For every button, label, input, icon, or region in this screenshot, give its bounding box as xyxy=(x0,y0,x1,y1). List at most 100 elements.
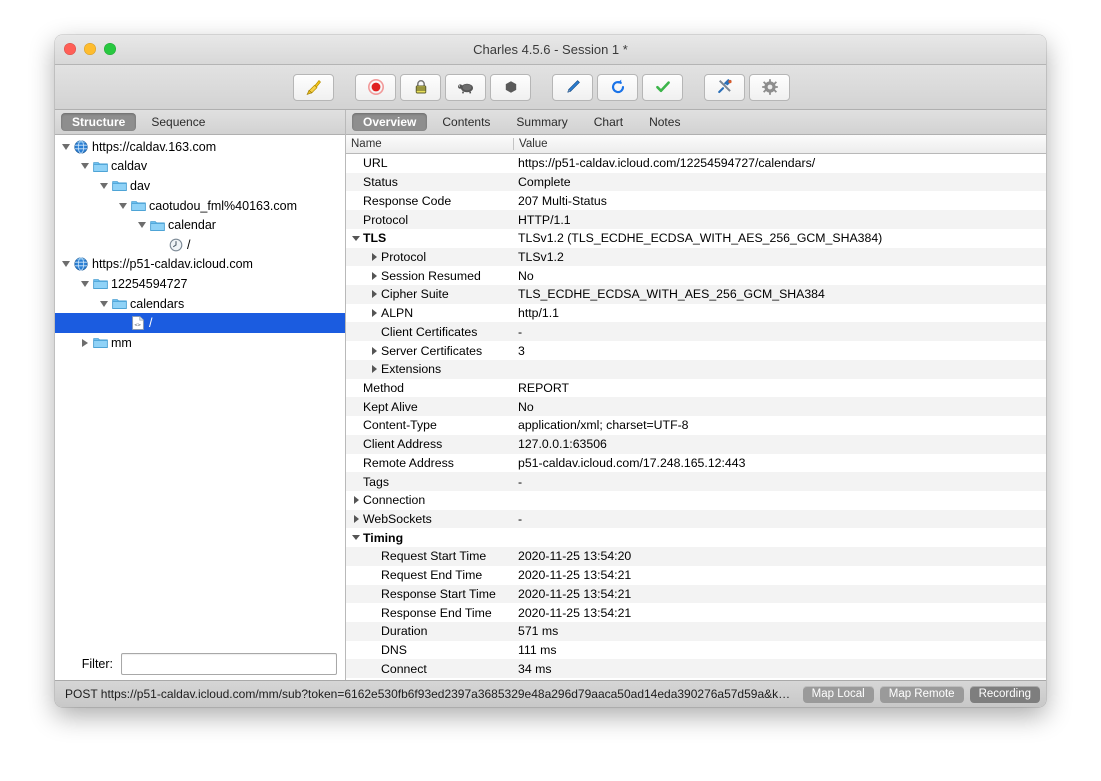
throttling-button[interactable] xyxy=(445,73,486,101)
detail-row[interactable]: TLS TLSv1.2 (TLS_ECDHE_ECDSA_WITH_AES_256… xyxy=(346,228,1046,248)
compose-button[interactable] xyxy=(552,73,593,101)
column-header-name[interactable]: Name xyxy=(346,138,513,150)
tab-notes[interactable]: Notes xyxy=(638,113,691,131)
detail-row[interactable]: Content-Type application/xml; charset=UTF… xyxy=(346,416,1046,435)
detail-row[interactable]: Remote Address p51-caldav.icloud.com/17.2… xyxy=(346,453,1046,473)
session-tree[interactable]: https://caldav.163.com caldav dav caotudou_… xyxy=(55,135,345,648)
filter-input[interactable] xyxy=(121,653,337,675)
tree-node[interactable]: https://caldav.163.com xyxy=(55,137,345,157)
disclosure-triangle-icon[interactable] xyxy=(349,515,363,524)
detail-row[interactable]: Protocol HTTP/1.1 xyxy=(346,210,1046,229)
minimize-button[interactable] xyxy=(84,43,96,55)
validate-button[interactable] xyxy=(642,73,683,101)
tree-node[interactable]: calendar xyxy=(55,215,345,235)
detail-row[interactable]: WebSockets - xyxy=(346,509,1046,529)
detail-row-label: Method xyxy=(363,380,405,395)
disclosure-triangle-icon[interactable] xyxy=(78,338,91,347)
disclosure-triangle-icon[interactable] xyxy=(97,300,110,307)
ssl-proxying-button[interactable] xyxy=(400,73,441,101)
tree-node[interactable]: 12254594727 xyxy=(55,274,345,294)
detail-row[interactable]: Response Code 207 Multi-Status xyxy=(346,191,1046,211)
disclosure-triangle-icon[interactable] xyxy=(59,261,72,268)
tree-node[interactable]: mm xyxy=(55,333,345,353)
record-button[interactable] xyxy=(355,73,396,101)
disclosure-triangle-icon[interactable] xyxy=(135,222,148,229)
detail-row-value: https://p51-caldav.icloud.com/1225459472… xyxy=(518,156,816,171)
detail-row[interactable]: Extensions xyxy=(346,359,1046,379)
tab-summary[interactable]: Summary xyxy=(505,113,578,131)
detail-row-name-cell: Status xyxy=(346,175,513,189)
clear-session-button[interactable] xyxy=(293,73,334,101)
globe-icon xyxy=(72,257,90,271)
disclosure-triangle-icon[interactable] xyxy=(349,535,363,541)
tree-node-label: https://caldav.163.com xyxy=(92,139,217,154)
detail-row[interactable]: Server Certificates 3 xyxy=(346,341,1046,360)
tree-node[interactable]: caotudou_fml%40163.com xyxy=(55,196,345,216)
detail-row-value: Complete xyxy=(518,175,571,190)
disclosure-triangle-icon[interactable] xyxy=(367,365,381,374)
recording-button[interactable]: Recording xyxy=(969,685,1040,703)
detail-row-value: - xyxy=(518,324,523,339)
detail-row[interactable]: Duration 571 ms xyxy=(346,621,1046,641)
detail-row-value: - xyxy=(518,512,523,527)
disclosure-triangle-icon[interactable] xyxy=(349,235,363,241)
detail-row[interactable]: URL https://p51-caldav.icloud.com/1225459… xyxy=(346,154,1046,173)
breakpoints-button[interactable] xyxy=(490,73,531,101)
tools-button[interactable] xyxy=(704,73,745,101)
detail-row[interactable]: Response End Time 2020-11-25 13:54:21 xyxy=(346,603,1046,622)
zoom-button[interactable] xyxy=(104,43,116,55)
globe-icon xyxy=(72,140,90,154)
detail-row[interactable]: Tags - xyxy=(346,472,1046,491)
disclosure-triangle-icon[interactable] xyxy=(78,163,91,170)
tab-sequence[interactable]: Sequence xyxy=(140,113,216,131)
detail-row[interactable]: Timing xyxy=(346,528,1046,548)
detail-row[interactable]: ALPN http/1.1 xyxy=(346,303,1046,323)
disclosure-triangle-icon[interactable] xyxy=(59,143,72,150)
detail-row[interactable]: Session Resumed No xyxy=(346,266,1046,286)
detail-row[interactable]: Response Start Time 2020-11-25 13:54:21 xyxy=(346,584,1046,604)
settings-button[interactable] xyxy=(749,73,790,101)
disclosure-triangle-icon[interactable] xyxy=(78,280,91,287)
tab-overview[interactable]: Overview xyxy=(352,113,428,131)
map-remote-button[interactable]: Map Remote xyxy=(879,685,964,703)
disclosure-triangle-icon[interactable] xyxy=(367,309,381,318)
repeat-button[interactable] xyxy=(597,73,638,101)
column-header-value[interactable]: Value xyxy=(513,138,1046,150)
detail-row-label: Response Code xyxy=(363,193,452,208)
detail-row-value: No xyxy=(518,268,534,283)
tree-node[interactable]: https://p51-caldav.icloud.com xyxy=(55,255,345,275)
map-local-button[interactable]: Map Local xyxy=(802,685,874,703)
detail-row[interactable]: DNS 111 ms xyxy=(346,640,1046,660)
tab-structure[interactable]: Structure xyxy=(61,113,137,131)
detail-row-name-cell: Response Code xyxy=(346,194,513,208)
svg-text:<>: <> xyxy=(134,323,141,329)
disclosure-triangle-icon[interactable] xyxy=(367,252,381,261)
disclosure-triangle-icon[interactable] xyxy=(116,202,129,209)
tab-contents[interactable]: Contents xyxy=(431,113,501,131)
detail-row[interactable]: Connect 34 ms xyxy=(346,659,1046,679)
detail-row[interactable]: Connection xyxy=(346,490,1046,510)
detail-row[interactable]: Request Start Time 2020-11-25 13:54:20 xyxy=(346,547,1046,566)
detail-row[interactable]: Cipher Suite TLS_ECDHE_ECDSA_WITH_AES_256… xyxy=(346,285,1046,304)
disclosure-triangle-icon[interactable] xyxy=(367,271,381,280)
close-button[interactable] xyxy=(64,43,76,55)
tree-node[interactable]: calendars xyxy=(55,294,345,314)
detail-row[interactable]: Client Certificates - xyxy=(346,322,1046,342)
detail-row[interactable]: Kept Alive No xyxy=(346,397,1046,417)
disclosure-triangle-icon[interactable] xyxy=(97,182,110,189)
detail-row-label: Timing xyxy=(363,530,404,545)
tree-node[interactable]: dav xyxy=(55,176,345,196)
detail-row[interactable]: Status Complete xyxy=(346,172,1046,192)
tab-chart[interactable]: Chart xyxy=(583,113,634,131)
disclosure-triangle-icon[interactable] xyxy=(349,496,363,505)
detail-row-name-cell: Duration xyxy=(346,624,513,638)
disclosure-triangle-icon[interactable] xyxy=(367,346,381,355)
tree-node[interactable]: <> / xyxy=(55,313,345,333)
detail-row[interactable]: Protocol TLSv1.2 xyxy=(346,247,1046,267)
tree-node[interactable]: / xyxy=(55,235,345,255)
detail-row[interactable]: Client Address 127.0.0.1:63506 xyxy=(346,434,1046,454)
disclosure-triangle-icon[interactable] xyxy=(367,290,381,299)
detail-row[interactable]: Method REPORT xyxy=(346,378,1046,398)
tree-node[interactable]: caldav xyxy=(55,157,345,177)
detail-row[interactable]: Request End Time 2020-11-25 13:54:21 xyxy=(346,565,1046,585)
